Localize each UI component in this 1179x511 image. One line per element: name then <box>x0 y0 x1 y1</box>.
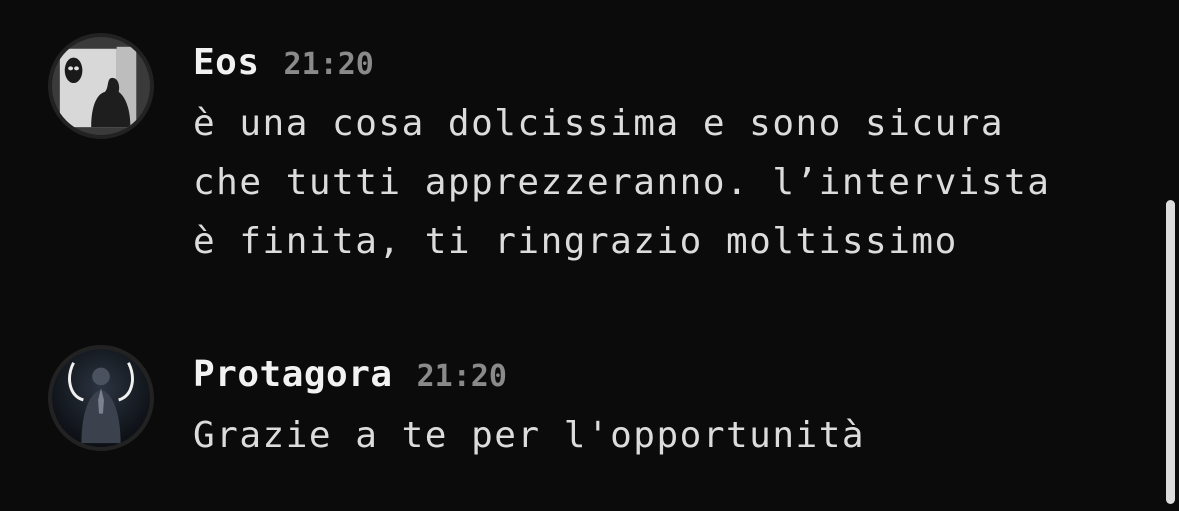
timestamp: 21:20 <box>283 47 374 82</box>
scrollbar[interactable] <box>1163 0 1179 511</box>
chat-message: Protagora 21:20 Grazie a te per l'opport… <box>0 300 1150 500</box>
praying-figure-icon <box>52 349 150 447</box>
message-text: Grazie a te per l'opportunità <box>193 415 866 456</box>
scrollbar-thumb[interactable] <box>1166 200 1175 504</box>
message-text: è una cosa dolcissima e sono sicura che … <box>193 103 1051 262</box>
username[interactable]: Protagora <box>193 354 393 395</box>
message-header: Eos 21:20 <box>193 42 374 83</box>
masked-figure-icon <box>52 37 150 135</box>
timestamp: 21:20 <box>416 359 507 394</box>
user-avatar[interactable] <box>48 33 154 139</box>
chat-message: Eos 21:20 è una cosa dolcissima e sono s… <box>0 0 1150 300</box>
username[interactable]: Eos <box>193 42 260 83</box>
message-header: Protagora 21:20 <box>193 354 507 395</box>
user-avatar[interactable] <box>48 345 154 451</box>
